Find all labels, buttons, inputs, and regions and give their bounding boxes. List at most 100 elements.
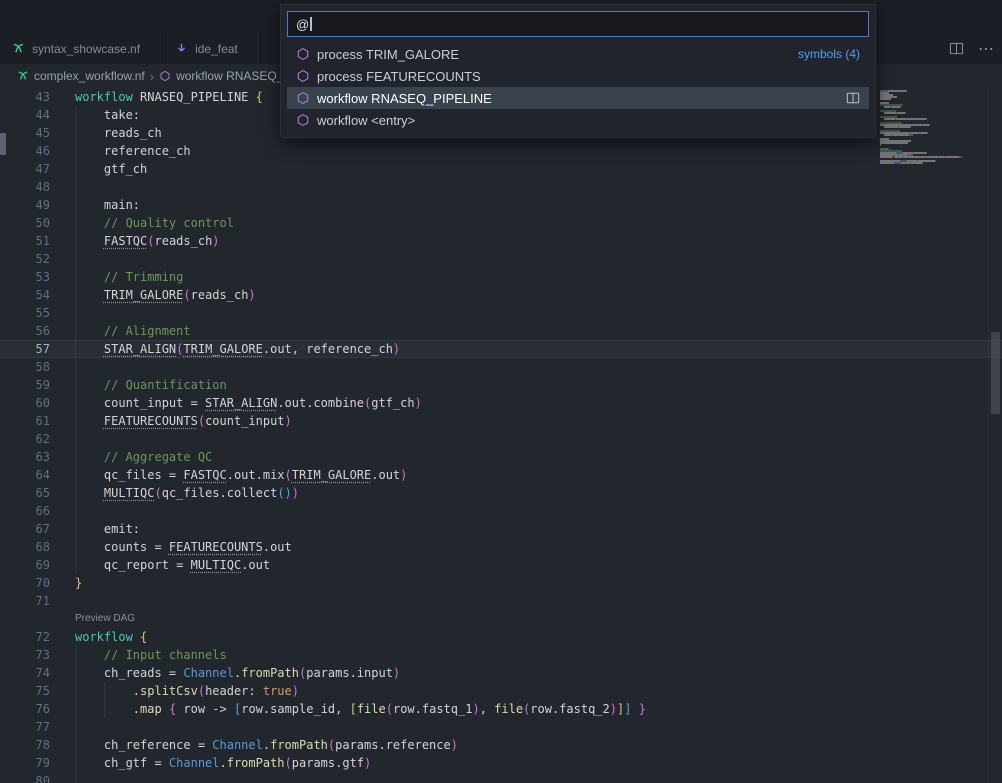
code-text[interactable]: main: <box>50 196 1002 214</box>
code-text[interactable] <box>50 304 1002 322</box>
line-number: 53 <box>0 268 50 286</box>
palette-item-entry[interactable]: workflow <entry> <box>287 109 869 131</box>
code-text[interactable]: MULTIQC(qc_files.collect()) <box>50 484 1002 502</box>
code-text[interactable] <box>50 250 1002 268</box>
code-line-56: 56 // Alignment <box>0 322 1002 340</box>
code-text[interactable]: gtf_ch <box>50 160 1002 178</box>
line-number: 54 <box>0 286 50 304</box>
code-line-66: 66 <box>0 502 1002 520</box>
code-text[interactable]: FASTQC(reads_ch) <box>50 232 1002 250</box>
editor-actions: ⋯ <box>949 33 994 64</box>
split-editor-icon[interactable] <box>949 41 964 56</box>
code-line-51: 51 FASTQC(reads_ch) <box>0 232 1002 250</box>
line-number: 75 <box>0 682 50 700</box>
symbol-search-input[interactable]: @ <box>287 11 869 37</box>
breadcrumb-file[interactable]: complex_workflow.nf <box>34 69 145 83</box>
symbol-label: process TRIM_GALORE <box>317 47 459 62</box>
scrollbar[interactable] <box>988 88 1002 783</box>
code-line-49: 49 main: <box>0 196 1002 214</box>
line-number: 71 <box>0 592 50 610</box>
line-number: 63 <box>0 448 50 466</box>
code-text[interactable] <box>50 718 1002 736</box>
line-number: 58 <box>0 358 50 376</box>
code-text[interactable]: .splitCsv(header: true) <box>50 682 1002 700</box>
code-text[interactable] <box>50 592 1002 610</box>
code-lines: 43workflow RNASEQ_PIPELINE {44 take:45 r… <box>0 88 1002 783</box>
nextflow-file-icon <box>17 70 29 82</box>
code-text[interactable]: // Quality control <box>50 214 1002 232</box>
code-text[interactable]: .map { row -> [row.sample_id, [file(row.… <box>50 700 1002 718</box>
code-text[interactable]: qc_files = FASTQC.out.mix(TRIM_GALORE.ou… <box>50 466 1002 484</box>
tab-label: syntax_showcase.nf <box>32 42 140 56</box>
line-number: 57 <box>0 340 50 358</box>
minimap[interactable] <box>880 90 976 166</box>
code-text[interactable]: count_input = STAR_ALIGN.out.combine(gtf… <box>50 394 1002 412</box>
code-lens-preview-dag[interactable]: Preview DAG <box>75 610 135 628</box>
code-text[interactable]: // Alignment <box>50 322 1002 340</box>
code-text[interactable]: ch_reference = Channel.fromPath(params.r… <box>50 736 1002 754</box>
code-text[interactable]: // Aggregate QC <box>50 448 1002 466</box>
code-editor[interactable]: 43workflow RNASEQ_PIPELINE {44 take:45 r… <box>0 88 1002 783</box>
code-text[interactable] <box>50 430 1002 448</box>
code-line-75: 75 .splitCsv(header: true) <box>0 682 1002 700</box>
code-line-57: 57 STAR_ALIGN(TRIM_GALORE.out, reference… <box>0 340 1002 358</box>
code-line-76: 76 .map { row -> [row.sample_id, [file(r… <box>0 700 1002 718</box>
scrollbar-thumb[interactable] <box>991 332 1000 414</box>
code-text[interactable]: // Quantification <box>50 376 1002 394</box>
tab-ide-features[interactable]: ide_feat <box>163 33 261 64</box>
code-text[interactable]: // Trimming <box>50 268 1002 286</box>
code-text[interactable] <box>50 772 1002 783</box>
line-number: 74 <box>0 664 50 682</box>
code-text[interactable]: STAR_ALIGN(TRIM_GALORE.out, reference_ch… <box>50 340 1002 358</box>
code-text[interactable]: TRIM_GALORE(reads_ch) <box>50 286 1002 304</box>
open-to-side-icon[interactable] <box>846 91 860 105</box>
line-number: 66 <box>0 502 50 520</box>
code-line-46: 46 reference_ch <box>0 142 1002 160</box>
code-text[interactable] <box>50 502 1002 520</box>
code-text[interactable] <box>50 178 1002 196</box>
palette-item-rnaseq-pipeline[interactable]: workflow RNASEQ_PIPELINE <box>287 87 869 109</box>
code-text[interactable]: qc_report = MULTIQC.out <box>50 556 1002 574</box>
code-text[interactable]: } <box>50 574 1002 592</box>
code-text[interactable]: // Input channels <box>50 646 1002 664</box>
code-text[interactable]: counts = FEATURECOUNTS.out <box>50 538 1002 556</box>
tab-syntax-showcase[interactable]: syntax_showcase.nf <box>0 33 163 64</box>
line-number: 46 <box>0 142 50 160</box>
search-query: @ <box>296 17 309 32</box>
line-number: 70 <box>0 574 50 592</box>
line-number: 51 <box>0 232 50 250</box>
code-line-72: 72workflow { <box>0 628 1002 646</box>
symbol-result-list: process TRIM_GALORE symbols (4) process FE… <box>287 43 869 131</box>
code-line-69: 69 qc_report = MULTIQC.out <box>0 556 1002 574</box>
code-line-60: 60 count_input = STAR_ALIGN.out.combine(… <box>0 394 1002 412</box>
text-cursor <box>310 17 312 31</box>
code-line-50: 50 // Quality control <box>0 214 1002 232</box>
code-line-64: 64 qc_files = FASTQC.out.mix(TRIM_GALORE… <box>0 466 1002 484</box>
more-actions-icon[interactable]: ⋯ <box>978 39 994 59</box>
code-text[interactable]: FEATURECOUNTS(count_input) <box>50 412 1002 430</box>
left-edge-marker <box>0 133 6 155</box>
arrow-down-icon <box>175 42 188 55</box>
code-line-78: 78 ch_reference = Channel.fromPath(param… <box>0 736 1002 754</box>
symbols-count-badge: symbols (4) <box>798 47 860 61</box>
line-number: 76 <box>0 700 50 718</box>
line-number: 80 <box>0 772 50 783</box>
code-line-65: 65 MULTIQC(qc_files.collect()) <box>0 484 1002 502</box>
symbol-icon <box>159 70 171 82</box>
code-text[interactable] <box>50 358 1002 376</box>
symbol-label: workflow RNASEQ_PIPELINE <box>317 91 492 106</box>
palette-item-featurecounts[interactable]: process FEATURECOUNTS <box>287 65 869 87</box>
code-line-61: 61 FEATURECOUNTS(count_input) <box>0 412 1002 430</box>
palette-item-trim-galore[interactable]: process TRIM_GALORE symbols (4) <box>287 43 869 65</box>
symbol-icon <box>296 47 310 61</box>
code-text[interactable]: ch_gtf = Channel.fromPath(params.gtf) <box>50 754 1002 772</box>
vscode-window: syntax_showcase.nf ide_feat ⋯ complex_wo… <box>0 0 1002 783</box>
line-number: 69 <box>0 556 50 574</box>
code-text[interactable]: ch_reads = Channel.fromPath(params.input… <box>50 664 1002 682</box>
line-number: 72 <box>0 628 50 646</box>
code-text[interactable]: workflow { <box>50 628 1002 646</box>
line-number: 77 <box>0 718 50 736</box>
code-text[interactable]: reference_ch <box>50 142 1002 160</box>
symbol-label: process FEATURECOUNTS <box>317 69 481 84</box>
code-text[interactable]: emit: <box>50 520 1002 538</box>
